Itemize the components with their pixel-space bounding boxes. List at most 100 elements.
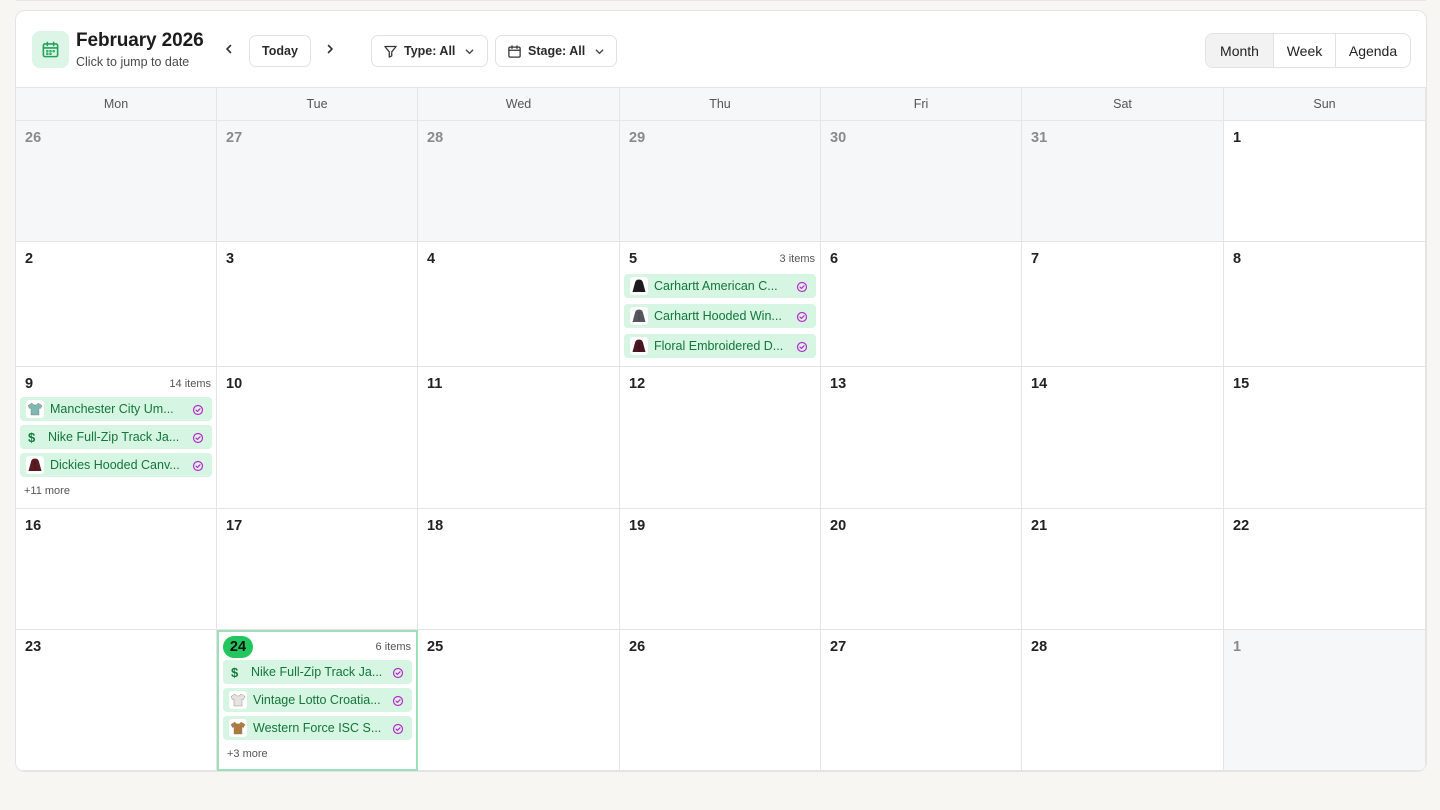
today-button[interactable]: Today xyxy=(249,35,311,67)
top-divider xyxy=(16,0,1426,1)
day-number: 31 xyxy=(1031,130,1048,146)
event-chip[interactable]: Floral Embroidered D... xyxy=(624,334,816,358)
day-number: 4 xyxy=(427,251,436,267)
status-check-icon xyxy=(796,340,808,353)
day-cell[interactable]: 26 xyxy=(620,630,821,771)
day-cell[interactable]: 3 xyxy=(217,242,418,367)
black-jacket-icon xyxy=(630,277,648,295)
event-chip[interactable]: Vintage Lotto Croatia... xyxy=(223,688,412,712)
day-cell[interactable]: 11 xyxy=(418,367,620,509)
event-chip[interactable]: $ Nike Full-Zip Track Ja... xyxy=(223,660,412,684)
day-cell[interactable]: 14 xyxy=(1022,367,1224,509)
event-chip[interactable]: Manchester City Um... xyxy=(20,397,212,421)
today-date-badge: 24 xyxy=(223,636,253,658)
calendar-header: February 2026 Click to jump to date Toda… xyxy=(16,11,1426,88)
day-number: 27 xyxy=(830,639,847,655)
prev-month-button[interactable] xyxy=(219,39,239,59)
event-title: Nike Full-Zip Track Ja... xyxy=(251,665,383,679)
day-number: 22 xyxy=(1233,518,1250,534)
day-cell-today[interactable]: 24 6 items $ Nike Full-Zip Track Ja... Vinta… xyxy=(217,630,418,771)
day-cell[interactable]: 21 xyxy=(1022,509,1224,630)
day-cell[interactable]: 6 xyxy=(821,242,1022,367)
day-number: 28 xyxy=(427,130,444,146)
day-cell[interactable]: 20 xyxy=(821,509,1022,630)
day-cell[interactable]: 4 xyxy=(418,242,620,367)
event-chip[interactable]: Carhartt American C... xyxy=(624,274,816,298)
day-number: 29 xyxy=(629,130,646,146)
chevron-down-icon xyxy=(466,48,474,54)
tab-month[interactable]: Month xyxy=(1206,34,1274,67)
event-title: Manchester City Um... xyxy=(50,402,174,416)
event-title: Vintage Lotto Croatia... xyxy=(253,693,381,707)
day-cell[interactable]: 30 xyxy=(821,121,1022,242)
day-cell[interactable]: 1 xyxy=(1224,121,1426,242)
day-cell[interactable]: 13 xyxy=(821,367,1022,509)
day-number: 28 xyxy=(1031,639,1048,655)
day-cell[interactable]: 29 xyxy=(620,121,821,242)
day-cell[interactable]: 28 xyxy=(418,121,620,242)
status-check-icon xyxy=(796,310,808,323)
day-number: 11 xyxy=(427,376,443,392)
status-check-icon xyxy=(392,722,404,735)
weekday-mon: Mon xyxy=(16,88,217,120)
weekday-sat: Sat xyxy=(1022,88,1224,120)
stage-filter-dropdown[interactable]: Stage: All xyxy=(495,35,617,67)
day-cell[interactable]: 18 xyxy=(418,509,620,630)
day-number: 1 xyxy=(1233,130,1242,146)
day-number: 8 xyxy=(1233,251,1242,267)
item-count: 6 items xyxy=(375,641,411,653)
event-title: Western Force ISC S... xyxy=(253,721,382,735)
event-title: Floral Embroidered D... xyxy=(654,339,784,353)
day-number: 9 xyxy=(25,376,34,392)
day-number: 1 xyxy=(1233,639,1242,655)
tab-week[interactable]: Week xyxy=(1274,34,1336,67)
day-cell[interactable]: 27 xyxy=(821,630,1022,771)
status-check-icon xyxy=(796,280,808,293)
day-cell[interactable]: 9 14 items Manchester City Um... $ Nike Full… xyxy=(16,367,217,509)
day-cell[interactable]: 2 xyxy=(16,242,217,367)
day-cell[interactable]: 17 xyxy=(217,509,418,630)
white-shirt-icon xyxy=(229,691,247,709)
tab-agenda[interactable]: Agenda xyxy=(1336,34,1410,67)
dollar-icon: $ xyxy=(28,429,36,445)
day-cell[interactable]: 1 xyxy=(1224,630,1426,771)
day-cell[interactable]: 7 xyxy=(1022,242,1224,367)
day-cell[interactable]: 10 xyxy=(217,367,418,509)
more-items-link[interactable]: +11 more xyxy=(24,485,70,497)
day-cell[interactable]: 25 xyxy=(418,630,620,771)
event-chip[interactable]: Carhartt Hooded Win... xyxy=(624,304,816,328)
next-month-button[interactable] xyxy=(320,39,340,59)
weekday-thu: Thu xyxy=(620,88,821,120)
weekday-tue: Tue xyxy=(217,88,418,120)
view-switcher: Month Week Agenda xyxy=(1205,33,1411,68)
day-number: 15 xyxy=(1233,376,1250,392)
event-chip[interactable]: Western Force ISC S... xyxy=(223,716,412,740)
month-title-block[interactable]: February 2026 Click to jump to date xyxy=(76,29,204,69)
day-cell[interactable]: 28 xyxy=(1022,630,1224,771)
day-cell[interactable]: 27 xyxy=(217,121,418,242)
day-cell[interactable]: 15 xyxy=(1224,367,1426,509)
type-filter-dropdown[interactable]: Type: All xyxy=(371,35,488,67)
day-cell[interactable]: 19 xyxy=(620,509,821,630)
calendar-icon[interactable] xyxy=(32,31,69,68)
day-cell[interactable]: 12 xyxy=(620,367,821,509)
event-chip[interactable]: $ Nike Full-Zip Track Ja... xyxy=(20,425,212,449)
day-number: 14 xyxy=(1031,376,1048,392)
day-number: 6 xyxy=(830,251,839,267)
dollar-icon: $ xyxy=(231,664,239,680)
day-cell[interactable]: 26 xyxy=(16,121,217,242)
day-cell[interactable]: 16 xyxy=(16,509,217,630)
month-title[interactable]: February 2026 xyxy=(76,29,204,53)
day-cell[interactable]: 31 xyxy=(1022,121,1224,242)
day-cell[interactable]: 8 xyxy=(1224,242,1426,367)
type-filter-label: Type: All xyxy=(404,44,456,58)
stage-filter-label: Stage: All xyxy=(528,44,586,58)
chevron-down-icon xyxy=(595,48,604,54)
day-cell[interactable]: 23 xyxy=(16,630,217,771)
more-items-link[interactable]: +3 more xyxy=(227,748,268,760)
chevron-right-icon xyxy=(327,44,333,54)
day-cell[interactable]: 22 xyxy=(1224,509,1426,630)
day-cell[interactable]: 5 3 items Carhartt American C... Carhartt H… xyxy=(620,242,821,367)
event-chip[interactable]: Dickies Hooded Canv... xyxy=(20,453,212,477)
day-number: 25 xyxy=(427,639,444,655)
